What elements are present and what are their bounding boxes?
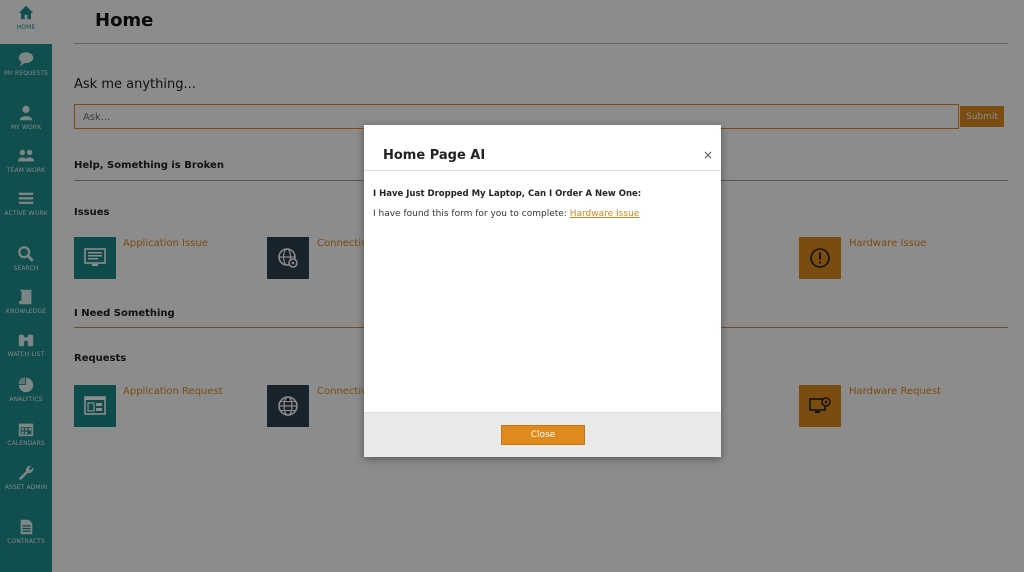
modal-footer: Close: [364, 412, 721, 457]
close-icon[interactable]: ×: [703, 148, 713, 162]
modal-question: I Have Just Dropped My Laptop, Can I Ord…: [373, 189, 642, 199]
close-button[interactable]: Close: [501, 425, 585, 445]
modal-answer: I have found this form for you to comple…: [373, 209, 639, 219]
home-page-ai-modal: Home Page AI × I Have Just Dropped My La…: [364, 125, 721, 457]
modal-answer-text: I have found this form for you to comple…: [373, 209, 570, 219]
modal-header: Home Page AI ×: [364, 125, 721, 171]
hardware-issue-link[interactable]: Hardware Issue: [570, 209, 640, 219]
modal-title: Home Page AI: [383, 148, 486, 163]
